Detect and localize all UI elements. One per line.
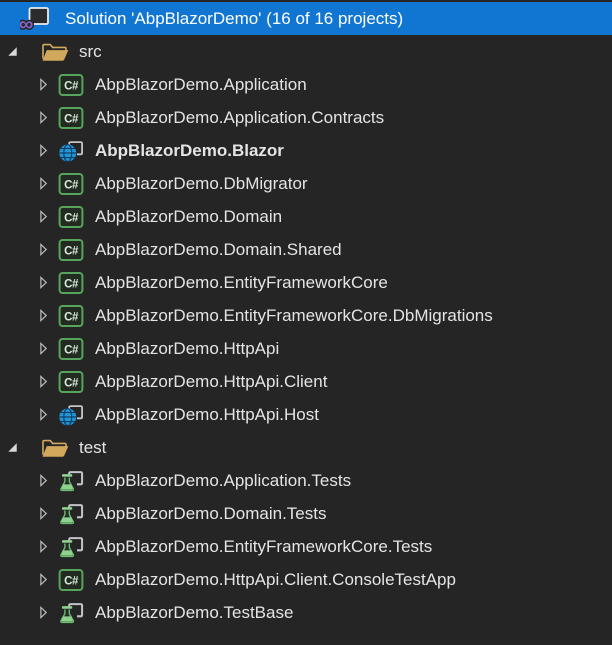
project-label: AbpBlazorDemo.EntityFrameworkCore [95,266,388,299]
project-row-testbase[interactable]: AbpBlazorDemo.TestBase [0,596,612,629]
project-row-httpapi-host[interactable]: AbpBlazorDemo.HttpApi.Host [0,398,612,431]
project-label: AbpBlazorDemo.EntityFrameworkCore.DbMigr… [95,299,493,332]
project-row-httpapi[interactable]: AbpBlazorDemo.HttpApi [0,332,612,365]
csharp-project-icon [58,370,84,394]
expander-right-icon[interactable] [36,506,51,521]
expander-right-icon[interactable] [36,176,51,191]
test-project-icon [58,502,84,526]
project-row-entityframeworkcore-dbmigrations[interactable]: AbpBlazorDemo.EntityFrameworkCore.DbMigr… [0,299,612,332]
folder-row-test[interactable]: test [0,431,612,464]
web-project-icon [58,403,84,427]
open-folder-icon [40,436,69,459]
project-label: AbpBlazorDemo.Blazor [95,134,284,167]
expander-right-icon[interactable] [36,374,51,389]
expander-right-icon[interactable] [36,275,51,290]
project-row-entityframeworkcore-tests[interactable]: AbpBlazorDemo.EntityFrameworkCore.Tests [0,530,612,563]
folder-label: src [79,35,102,68]
solution-label: Solution 'AbpBlazorDemo' (16 of 16 proje… [65,2,403,35]
project-row-domain-shared[interactable]: AbpBlazorDemo.Domain.Shared [0,233,612,266]
csharp-project-icon [58,172,84,196]
project-label: AbpBlazorDemo.HttpApi.Host [95,398,319,431]
project-row-httpapi-client[interactable]: AbpBlazorDemo.HttpApi.Client [0,365,612,398]
project-row-dbmigrator[interactable]: AbpBlazorDemo.DbMigrator [0,167,612,200]
project-row-blazor[interactable]: AbpBlazorDemo.Blazor [0,134,612,167]
csharp-project-icon [58,271,84,295]
project-row-application-tests[interactable]: AbpBlazorDemo.Application.Tests [0,464,612,497]
project-label: AbpBlazorDemo.Application [95,68,307,101]
expander-right-icon[interactable] [36,209,51,224]
expander-right-icon[interactable] [36,308,51,323]
solution-row[interactable]: Solution 'AbpBlazorDemo' (16 of 16 proje… [0,2,612,35]
csharp-project-icon [58,73,84,97]
csharp-project-icon [58,238,84,262]
open-folder-icon [40,40,69,63]
expander-right-icon[interactable] [36,341,51,356]
expander-right-icon[interactable] [36,605,51,620]
project-row-domain[interactable]: AbpBlazorDemo.Domain [0,200,612,233]
visual-studio-solution-icon [20,6,50,32]
expander-right-icon[interactable] [36,242,51,257]
project-label: AbpBlazorDemo.HttpApi [95,332,279,365]
test-project-icon [58,601,84,625]
csharp-project-icon [58,568,84,592]
csharp-project-icon [58,106,84,130]
expander-down-icon[interactable] [5,440,20,455]
csharp-project-icon [58,337,84,361]
project-row-application-contracts[interactable]: AbpBlazorDemo.Application.Contracts [0,101,612,134]
expander-right-icon[interactable] [36,572,51,587]
project-row-application[interactable]: AbpBlazorDemo.Application [0,68,612,101]
project-label: AbpBlazorDemo.EntityFrameworkCore.Tests [95,530,432,563]
folder-label: test [79,431,106,464]
expander-down-icon[interactable] [5,44,20,59]
expander-right-icon[interactable] [36,407,51,422]
csharp-project-icon [58,304,84,328]
project-label: AbpBlazorDemo.Application.Tests [95,464,351,497]
folder-row-src[interactable]: src [0,35,612,68]
project-label: AbpBlazorDemo.HttpApi.Client [95,365,327,398]
project-label: AbpBlazorDemo.DbMigrator [95,167,308,200]
project-label: AbpBlazorDemo.TestBase [95,596,293,629]
expander-right-icon[interactable] [36,473,51,488]
project-label: AbpBlazorDemo.Domain [95,200,282,233]
project-row-domain-tests[interactable]: AbpBlazorDemo.Domain.Tests [0,497,612,530]
csharp-project-icon [58,205,84,229]
project-label: AbpBlazorDemo.Domain.Tests [95,497,326,530]
test-project-icon [58,469,84,493]
project-row-consoletestapp[interactable]: AbpBlazorDemo.HttpApi.Client.ConsoleTest… [0,563,612,596]
project-label: AbpBlazorDemo.Domain.Shared [95,233,342,266]
test-project-icon [58,535,84,559]
expander-right-icon[interactable] [36,143,51,158]
expander-right-icon[interactable] [36,539,51,554]
expander-right-icon[interactable] [36,77,51,92]
project-label: AbpBlazorDemo.Application.Contracts [95,101,384,134]
expander-right-icon[interactable] [36,110,51,125]
project-row-entityframeworkcore[interactable]: AbpBlazorDemo.EntityFrameworkCore [0,266,612,299]
project-label: AbpBlazorDemo.HttpApi.Client.ConsoleTest… [95,563,456,596]
solution-explorer-tree: Solution 'AbpBlazorDemo' (16 of 16 proje… [0,0,612,629]
web-project-icon [58,139,84,163]
